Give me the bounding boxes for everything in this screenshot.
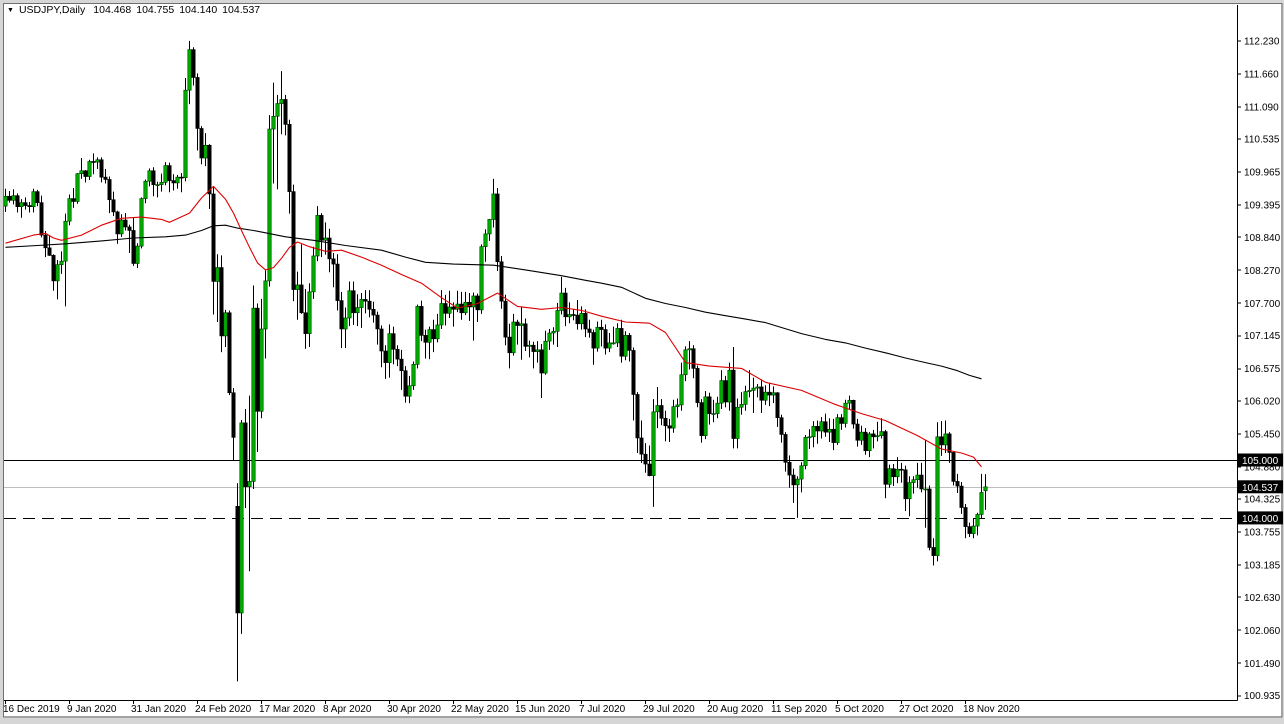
time-axis-label: 29 Jul 2020 bbox=[643, 704, 695, 715]
time-axis-label: 5 Oct 2020 bbox=[835, 704, 884, 715]
candle bbox=[67, 194, 72, 226]
price-axis-label: 109.395 bbox=[1244, 201, 1281, 212]
candle bbox=[419, 300, 424, 342]
price-axis-label: 103.185 bbox=[1244, 561, 1281, 572]
price-axis-label: 110.535 bbox=[1244, 135, 1280, 146]
price-axis-label: 100.935 bbox=[1244, 691, 1281, 702]
price-axis-label: 111.090 bbox=[1244, 103, 1279, 114]
price-axis-label: 101.490 bbox=[1244, 659, 1281, 670]
candle bbox=[183, 78, 188, 182]
price-axis-label: 111.660 bbox=[1244, 70, 1279, 81]
candle bbox=[951, 451, 956, 486]
time-axis-label: 15 Jun 2020 bbox=[515, 704, 570, 715]
price-badge-label: 104.000 bbox=[1242, 514, 1279, 525]
time-axis-label: 17 Mar 2020 bbox=[259, 704, 316, 715]
price-axis-label: 102.630 bbox=[1244, 593, 1281, 604]
symbol-period-label: USDJPY,Daily bbox=[18, 4, 86, 16]
time-axis-label: 31 Jan 2020 bbox=[131, 704, 186, 715]
candle bbox=[291, 184, 296, 302]
price-badge-104000: 104.000 bbox=[1238, 511, 1283, 525]
quote-low: 104.140 bbox=[179, 4, 218, 16]
time-axis-label: 24 Feb 2020 bbox=[195, 704, 252, 715]
price-badge-current: 104.537 bbox=[1238, 480, 1283, 494]
quote-open: 104.468 bbox=[93, 4, 132, 16]
price-axis-label: 107.700 bbox=[1244, 299, 1281, 310]
candle bbox=[695, 365, 700, 408]
time-axis-label: 8 Apr 2020 bbox=[323, 704, 372, 715]
time-axis-label: 16 Dec 2019 bbox=[3, 704, 60, 715]
candle bbox=[415, 304, 420, 369]
candle bbox=[75, 173, 80, 204]
candle bbox=[935, 422, 940, 562]
chart-window: 112.230 111.660 111.090 110.535 109.965 109.3… bbox=[0, 0, 1284, 724]
candle bbox=[251, 285, 256, 489]
price-badge-label: 105.000 bbox=[1242, 456, 1279, 467]
time-axis-label: 7 Jul 2020 bbox=[579, 704, 626, 715]
candlestick-chart[interactable]: 112.230 111.660 111.090 110.535 109.965 109.3… bbox=[0, 0, 1284, 724]
candle bbox=[411, 361, 416, 390]
price-axis-label: 103.755 bbox=[1244, 528, 1281, 539]
candle bbox=[163, 162, 168, 186]
symbol-dropdown-icon[interactable]: ▼ bbox=[7, 7, 14, 14]
candle bbox=[927, 485, 932, 551]
candle bbox=[835, 414, 840, 445]
price-axis-label: 106.575 bbox=[1244, 364, 1281, 375]
candle bbox=[267, 115, 272, 287]
candle bbox=[479, 244, 484, 314]
candle bbox=[703, 391, 708, 440]
price-axis-label: 108.840 bbox=[1244, 233, 1281, 244]
candle bbox=[803, 435, 808, 470]
candle bbox=[227, 310, 232, 396]
price-axis-label: 104.325 bbox=[1244, 495, 1281, 506]
candle bbox=[843, 399, 848, 428]
price-axis-label: 107.145 bbox=[1244, 331, 1281, 342]
price-badge-105000: 105.000 bbox=[1238, 453, 1283, 467]
time-axis-label: 18 Nov 2020 bbox=[963, 704, 1020, 715]
quote-high: 104.755 bbox=[136, 4, 175, 16]
time-axis-label: 27 Oct 2020 bbox=[899, 704, 954, 715]
quote-close: 104.537 bbox=[222, 4, 261, 16]
time-axis-label: 30 Apr 2020 bbox=[387, 704, 441, 715]
time-axis-label: 11 Sep 2020 bbox=[771, 704, 827, 715]
price-axis-label: 106.020 bbox=[1244, 396, 1281, 407]
candle bbox=[495, 188, 500, 272]
price-badge-label: 104.537 bbox=[1242, 483, 1279, 494]
candle bbox=[239, 419, 244, 634]
price-axis-label: 102.060 bbox=[1244, 626, 1281, 637]
chart-title-bar: ▼ USDJPY,Daily 104.468 104.755 104.140 1… bbox=[7, 3, 265, 17]
time-axis-label: 20 Aug 2020 bbox=[707, 704, 764, 715]
price-axis[interactable]: 112.230 111.660 111.090 110.535 109.965 109.3… bbox=[1237, 36, 1284, 702]
candle bbox=[863, 428, 868, 455]
price-axis-label: 112.230 bbox=[1244, 36, 1280, 47]
price-axis-label: 108.270 bbox=[1244, 266, 1281, 277]
candle bbox=[851, 399, 856, 429]
time-axis-label: 22 May 2020 bbox=[451, 704, 509, 715]
price-axis-label: 109.965 bbox=[1244, 168, 1281, 179]
candle bbox=[623, 331, 628, 361]
price-axis-label: 105.450 bbox=[1244, 429, 1281, 440]
candle bbox=[139, 197, 144, 249]
time-axis-label: 9 Jan 2020 bbox=[67, 704, 117, 715]
candle bbox=[499, 255, 504, 309]
